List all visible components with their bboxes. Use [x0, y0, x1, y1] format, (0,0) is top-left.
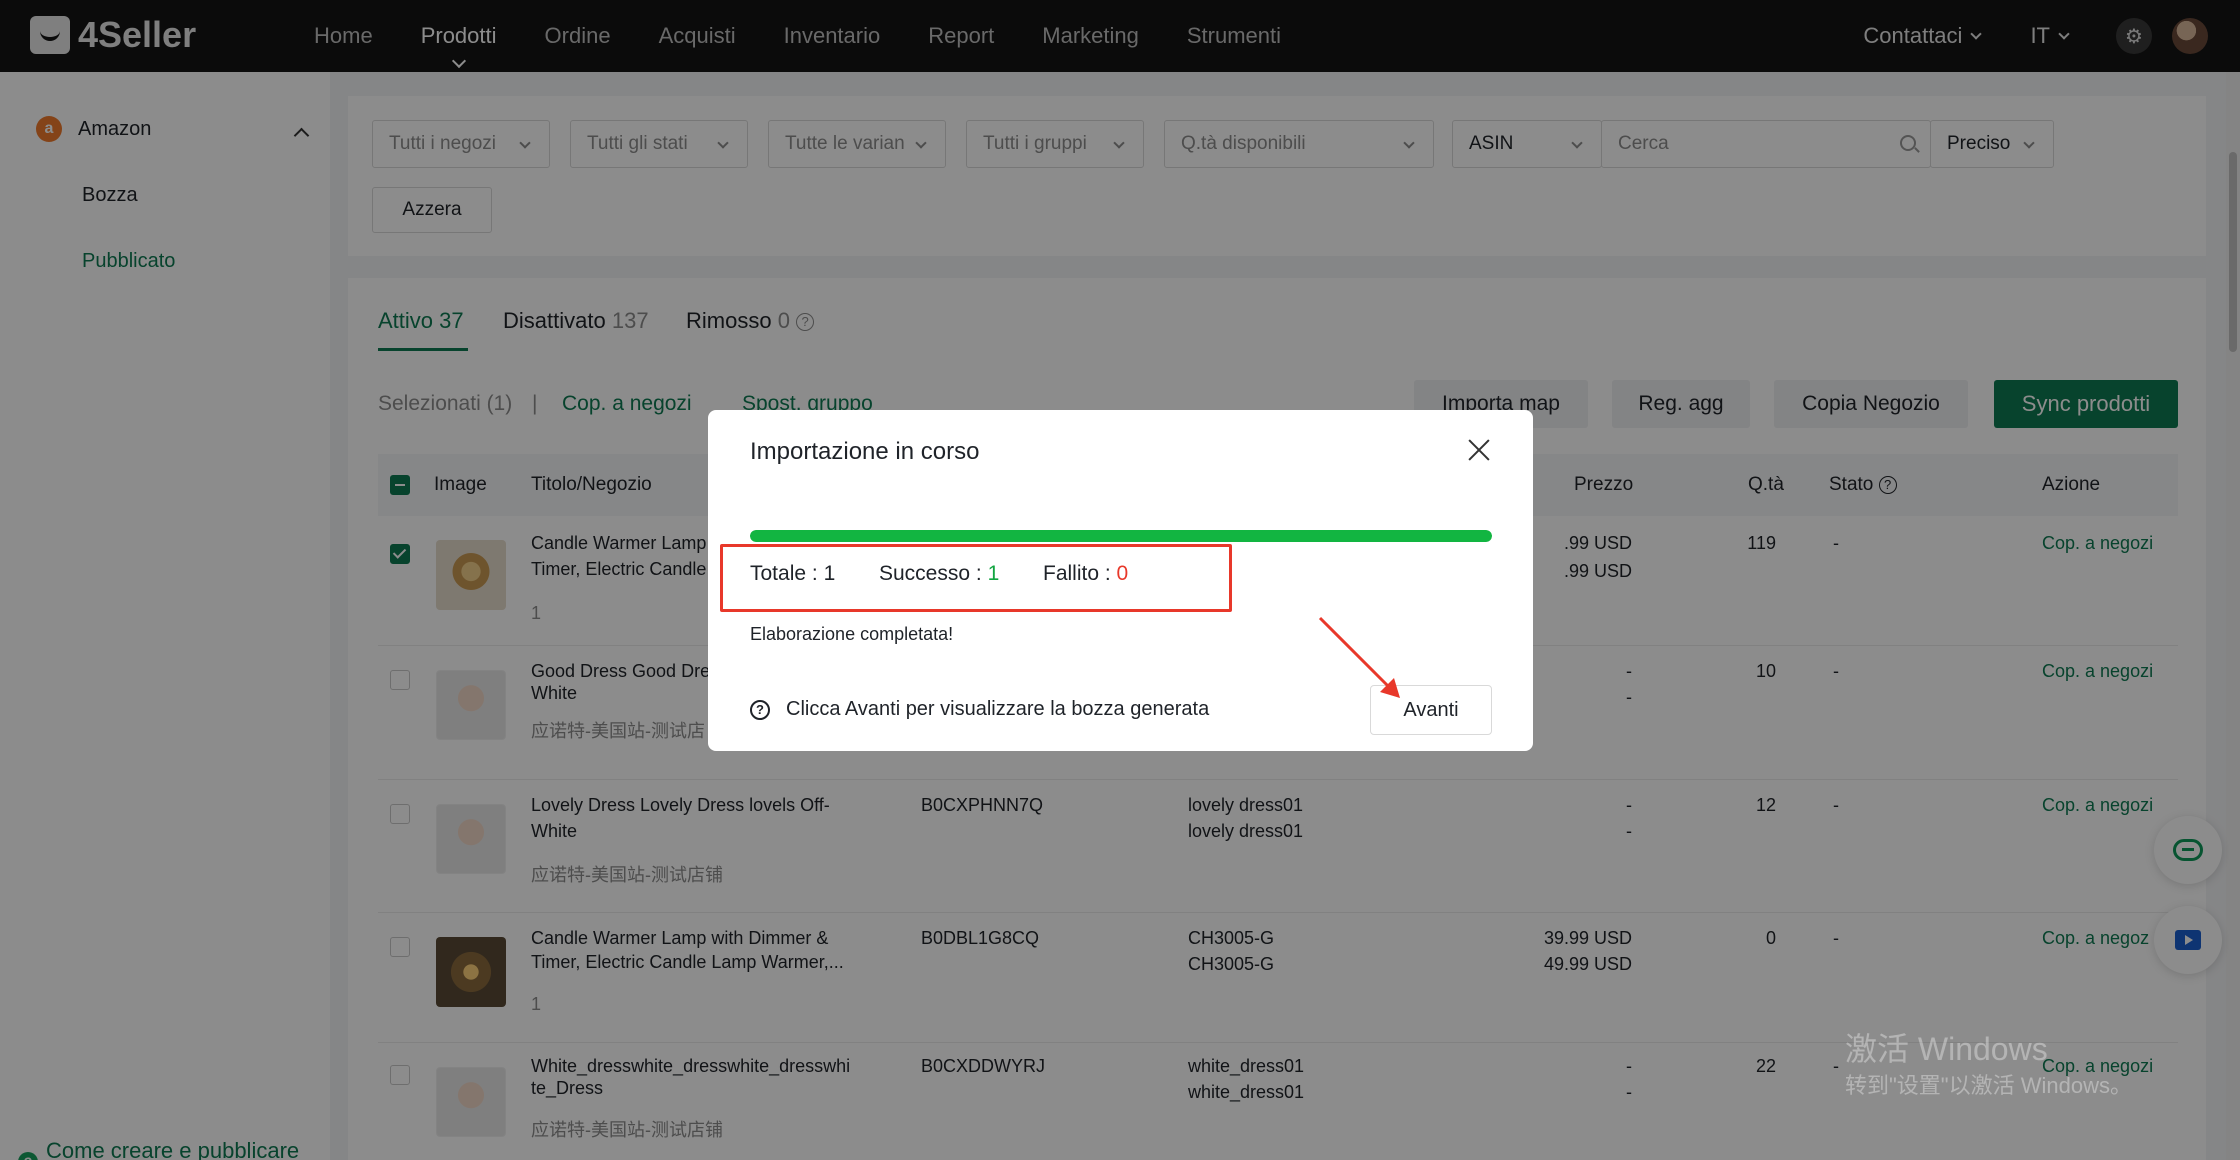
arrow-line: [1318, 616, 1394, 692]
windows-activation-hint: 转到"设置"以激活 Windows。: [1845, 1073, 2132, 1098]
import-progress-dialog: Importazione in corso Totale : 1 Success…: [708, 410, 1533, 751]
annotation-arrow: [1318, 616, 1400, 698]
windows-activation-watermark: 激活 Windows: [1845, 1031, 2048, 1067]
